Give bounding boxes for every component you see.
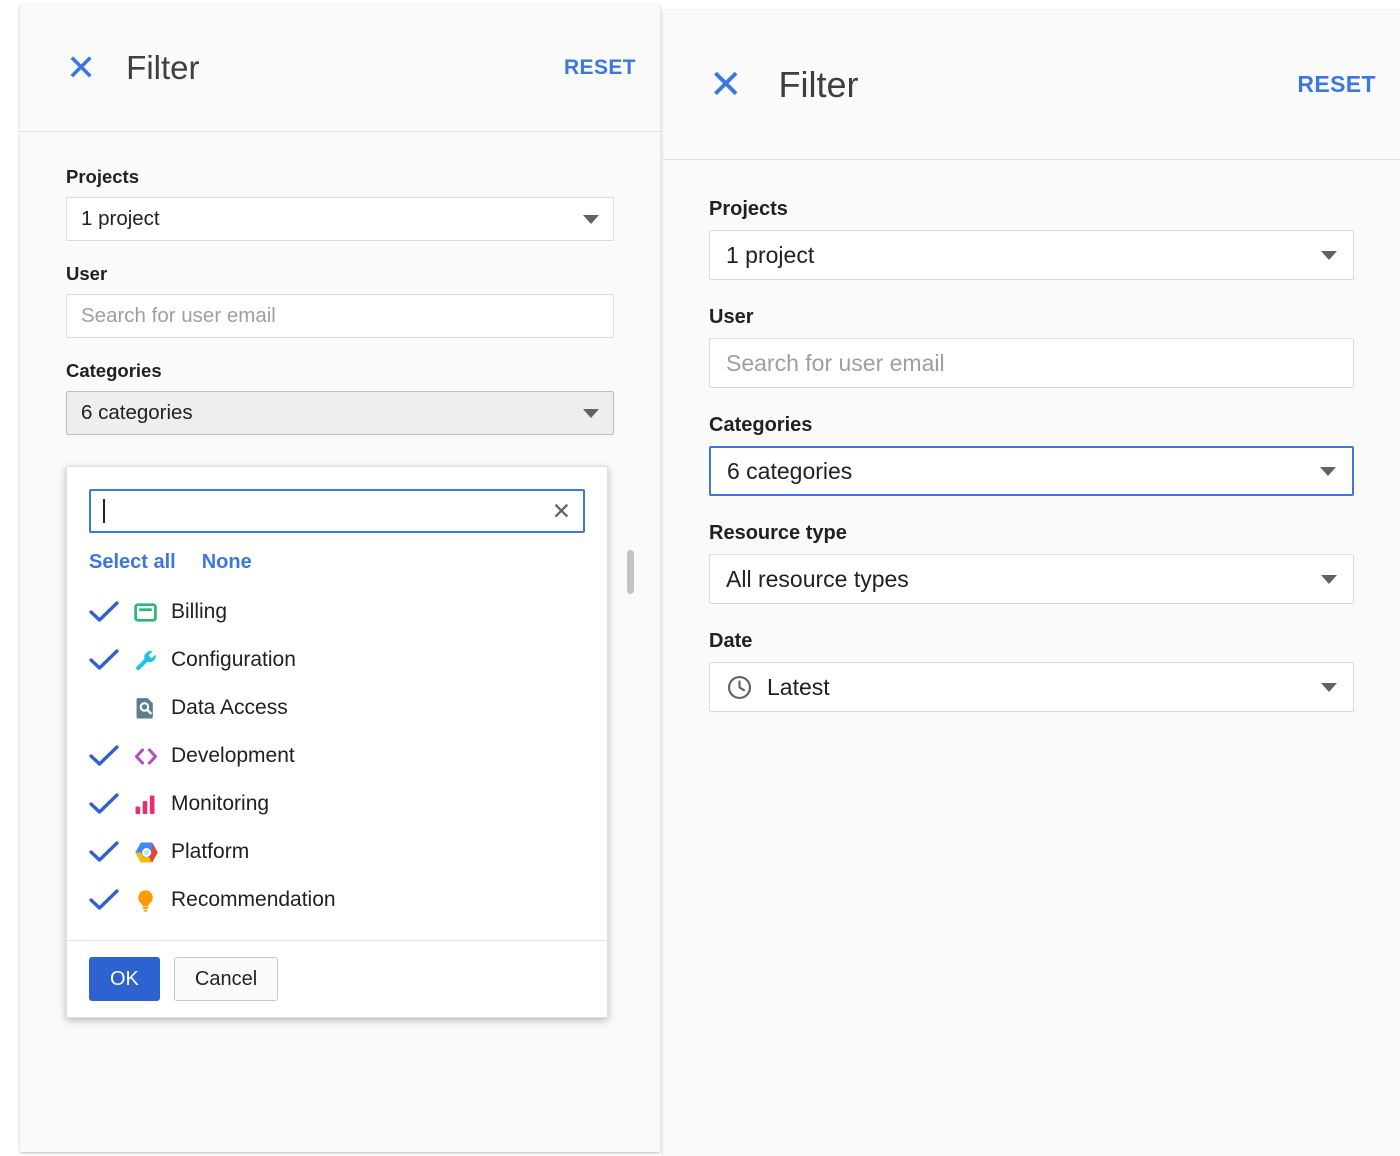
scrollbar-thumb[interactable] xyxy=(627,550,634,594)
clear-x-icon[interactable]: ✕ xyxy=(552,499,571,523)
list-item-label: Configuration xyxy=(171,648,296,671)
close-icon[interactable]: ✕ xyxy=(709,65,743,105)
wrench-icon xyxy=(133,648,171,673)
chevron-down-icon xyxy=(1321,574,1337,584)
categories-select[interactable]: 6 categories xyxy=(709,446,1354,496)
list-item-label: Data Access xyxy=(171,696,288,719)
list-item[interactable]: Data Access xyxy=(67,684,607,732)
field-categories: Categories 6 categories xyxy=(709,414,1354,496)
ok-button[interactable]: OK xyxy=(89,957,160,1001)
list-item-label: Recommendation xyxy=(171,888,336,911)
page-title: Filter xyxy=(778,63,859,105)
categories-label: Categories xyxy=(66,360,162,381)
reset-button[interactable]: RESET xyxy=(1297,71,1376,98)
screenshot-stage: ✕ Filter RESET Projects 1 project User S… xyxy=(0,0,1400,1156)
user-email-placeholder: Search for user email xyxy=(726,349,945,376)
bar-chart-icon xyxy=(133,792,171,817)
user-email-input[interactable]: Search for user email xyxy=(66,294,614,338)
list-item-label: Billing xyxy=(171,600,228,623)
list-item[interactable]: Recommendation xyxy=(67,876,607,924)
user-email-input[interactable]: Search for user email xyxy=(709,338,1354,388)
projects-select-value: 1 project xyxy=(81,207,160,230)
list-item[interactable]: Platform xyxy=(67,828,607,876)
clock-icon xyxy=(726,674,753,701)
categories-dropdown: ✕ Select all None Billing Configuration … xyxy=(66,466,608,1018)
chevron-down-icon xyxy=(1321,250,1337,260)
filter-body-right: Projects 1 project User Search for user … xyxy=(663,160,1400,712)
field-user: User Search for user email xyxy=(709,306,1354,388)
list-item[interactable]: Billing xyxy=(67,588,607,636)
categories-label: Categories xyxy=(709,414,813,436)
resource-type-select-value: All resource types xyxy=(726,565,909,592)
category-list: Billing Configuration Data Access Develo… xyxy=(67,584,607,940)
cancel-button[interactable]: Cancel xyxy=(173,957,279,1001)
filter-header-left: ✕ Filter RESET xyxy=(20,4,660,132)
select-all-button[interactable]: Select all xyxy=(89,551,176,574)
code-brackets-icon xyxy=(133,744,171,769)
text-cursor xyxy=(103,499,105,523)
filter-panel-left: ✕ Filter RESET Projects 1 project User S… xyxy=(20,4,660,1152)
select-none-button[interactable]: None xyxy=(202,551,252,574)
checkmark-icon[interactable] xyxy=(89,793,133,815)
categories-select[interactable]: 6 categories xyxy=(66,391,614,435)
checkmark-icon[interactable] xyxy=(89,889,133,911)
date-select-value: Latest xyxy=(767,673,830,700)
cloud-hexagon-icon xyxy=(133,840,171,865)
list-item-label: Development xyxy=(171,744,295,767)
field-categories: Categories 6 categories xyxy=(66,360,614,435)
list-item[interactable]: Configuration xyxy=(67,636,607,684)
projects-select[interactable]: 1 project xyxy=(709,230,1354,280)
field-projects: Projects 1 project xyxy=(66,166,614,241)
resource-type-select[interactable]: All resource types xyxy=(709,554,1354,604)
categories-select-value: 6 categories xyxy=(727,457,853,484)
page-title: Filter xyxy=(126,48,200,86)
checkmark-icon[interactable] xyxy=(89,841,133,863)
list-item-label: Platform xyxy=(171,840,250,863)
projects-select-value: 1 project xyxy=(726,241,815,268)
list-item-label: Monitoring xyxy=(171,792,270,815)
filter-header-right: ✕ Filter RESET xyxy=(663,10,1400,160)
categories-select-value: 6 categories xyxy=(81,401,193,424)
dropdown-footer: OK Cancel xyxy=(67,940,607,1017)
projects-label: Projects xyxy=(709,198,788,220)
list-item[interactable]: Monitoring xyxy=(67,780,607,828)
resource-type-label: Resource type xyxy=(709,522,847,544)
field-resource-type: Resource type All resource types xyxy=(709,522,1354,604)
checkmark-icon[interactable] xyxy=(89,649,133,671)
user-label: User xyxy=(66,263,108,284)
filter-body-left: Projects 1 project User Search for user … xyxy=(20,132,660,435)
dropdown-bulk-actions: Select all None xyxy=(67,545,607,584)
chevron-down-icon xyxy=(1321,682,1337,692)
field-date: Date Latest xyxy=(709,630,1354,712)
user-email-placeholder: Search for user email xyxy=(81,304,276,327)
filter-panel-right: ✕ Filter RESET Projects 1 project User S… xyxy=(663,10,1400,1156)
checkmark-icon[interactable] xyxy=(89,745,133,767)
date-label: Date xyxy=(709,630,753,652)
date-select[interactable]: Latest xyxy=(709,662,1354,712)
dropdown-search-row: ✕ xyxy=(67,467,607,545)
list-item[interactable]: Development xyxy=(67,732,607,780)
chevron-down-icon xyxy=(583,214,599,224)
reset-button[interactable]: RESET xyxy=(564,56,636,80)
projects-label: Projects xyxy=(66,166,140,187)
lightbulb-icon xyxy=(133,888,171,913)
field-user: User Search for user email xyxy=(66,263,614,338)
chevron-down-icon xyxy=(1320,466,1336,476)
credit-card-icon xyxy=(133,600,171,625)
chevron-down-icon xyxy=(583,408,599,418)
user-label: User xyxy=(709,306,754,328)
projects-select[interactable]: 1 project xyxy=(66,197,614,241)
checkmark-icon[interactable] xyxy=(89,601,133,623)
category-search-input[interactable]: ✕ xyxy=(89,489,585,533)
close-icon[interactable]: ✕ xyxy=(66,49,96,86)
field-projects: Projects 1 project xyxy=(709,198,1354,280)
document-search-icon xyxy=(133,696,171,721)
